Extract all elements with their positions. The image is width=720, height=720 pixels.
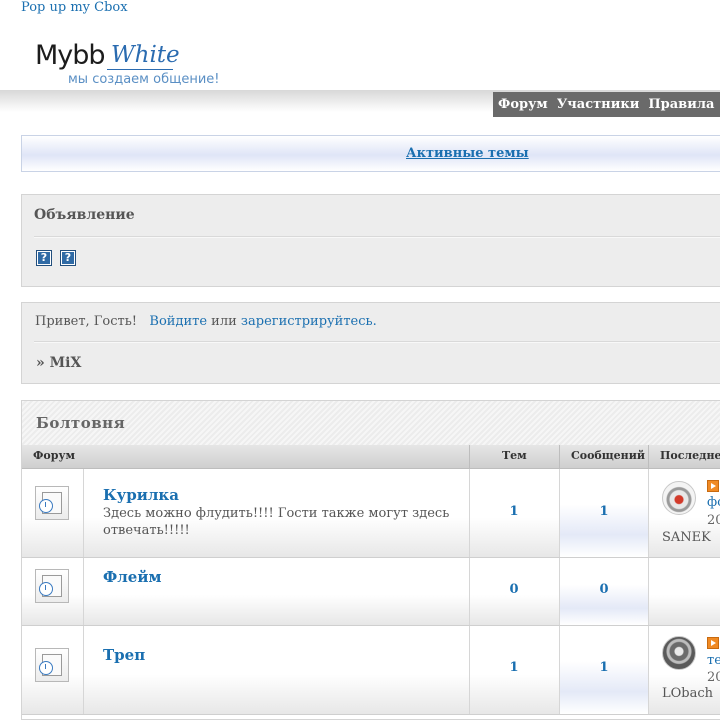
category-boltovnya: Болтовня Форум Тем Сообщений Последнее К… [21, 400, 720, 720]
cell-divider [83, 626, 84, 714]
or-text: или [211, 314, 237, 329]
forum-row: Треп 1 1 те 20 LObach [22, 626, 720, 715]
cell-divider [83, 558, 84, 625]
welcome-panel: Привет, Гость! Войдите или зарегистрируй… [21, 302, 720, 384]
cell-divider [648, 469, 649, 557]
post-count: 0 [599, 582, 609, 597]
nav-rules[interactable]: Правила [648, 97, 714, 112]
column-divider [648, 445, 649, 468]
main-nav: Форум Участники Правила [493, 92, 720, 117]
breadcrumb: » MiX [36, 355, 82, 371]
cell-divider [648, 626, 649, 714]
announcement-title: Объявление [34, 207, 135, 223]
cell-divider [648, 558, 649, 625]
last-post-topic-link[interactable]: фо [707, 495, 720, 510]
user-avatar[interactable] [662, 481, 696, 515]
forum-status-icon [35, 486, 69, 520]
logo-main-text: Mybb [35, 40, 106, 71]
col-last-post: Последнее [660, 449, 720, 462]
active-topics-link[interactable]: Активные темы [406, 146, 529, 161]
col-posts: Сообщений [571, 449, 646, 462]
help-icon[interactable]: ? [60, 250, 76, 266]
forum-status-icon [35, 648, 69, 682]
post-count: 1 [599, 660, 609, 675]
column-divider [559, 445, 560, 468]
col-forum: Форум [33, 449, 76, 462]
rss-icon[interactable] [707, 480, 719, 492]
last-post-user: SANEK [662, 530, 711, 545]
nav-members[interactable]: Участники [557, 97, 640, 112]
forum-row: Курилка Здесь можно флудить!!!! Гости та… [22, 469, 720, 558]
forum-row: Флейм 0 0 [22, 558, 720, 626]
category-header: Болтовня [22, 401, 720, 445]
topic-count: 1 [509, 660, 519, 675]
nav-forum[interactable]: Форум [498, 97, 548, 112]
cell-divider [83, 469, 84, 557]
last-post-date: 20 [707, 513, 720, 528]
announcement-panel: Объявление ? ? [21, 194, 720, 287]
forum-description: Здесь можно флудить!!!! Гости также могу… [103, 506, 450, 538]
register-link[interactable]: зарегистрируйтесь. [241, 314, 377, 329]
rss-icon[interactable] [707, 637, 719, 649]
site-logo[interactable]: Mybb White мы создаем общение! [35, 40, 219, 90]
last-post-user: LObach [662, 686, 714, 701]
topic-count: 1 [509, 504, 519, 519]
user-avatar[interactable] [662, 636, 696, 670]
forum-name-link[interactable]: Треп [103, 646, 145, 664]
active-topics-bar: Активные темы [21, 135, 720, 172]
forum-name-link[interactable]: Курилка [103, 486, 179, 504]
help-icon[interactable]: ? [36, 250, 52, 266]
category-title: Болтовня [36, 414, 126, 432]
welcome-divider [34, 341, 720, 343]
last-post-topic-link[interactable]: те [707, 653, 720, 668]
forum-status-icon [35, 569, 69, 603]
post-count: 1 [599, 504, 609, 519]
column-divider [469, 445, 470, 468]
logo-tagline: мы создаем общение! [68, 72, 220, 87]
login-link[interactable]: Войдите [149, 314, 207, 329]
logo-accent-text: White [111, 42, 180, 68]
guest-greeting: Привет, Гость! Войдите или зарегистрируй… [35, 314, 377, 329]
col-topics: Тем [502, 449, 527, 462]
column-header-row: Форум Тем Сообщений Последнее [22, 445, 720, 469]
last-post-date: 20 [707, 670, 720, 685]
topic-count: 0 [509, 582, 519, 597]
announcement-divider [34, 236, 720, 238]
greeting-text: Привет, Гость! [35, 314, 138, 329]
logo-underline [107, 69, 173, 70]
forum-name-link[interactable]: Флейм [103, 568, 162, 586]
popup-cbox-link[interactable]: Pop up my Cbox [21, 0, 128, 15]
